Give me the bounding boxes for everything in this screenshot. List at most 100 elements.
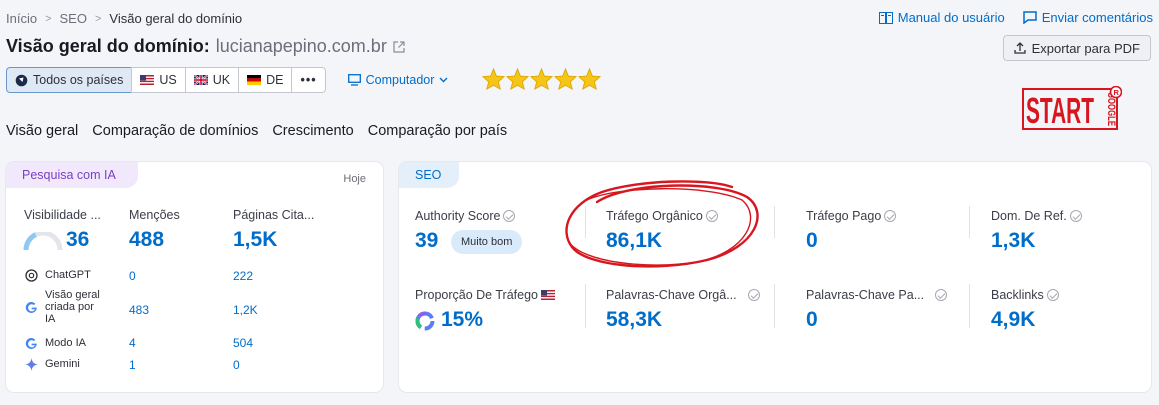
google-icon	[24, 300, 38, 314]
traffic-share-label[interactable]: Proporção De Tráfego	[415, 288, 555, 302]
paid-traffic-text: Tráfego Pago	[806, 209, 882, 223]
source-pages[interactable]: 0	[233, 358, 240, 372]
breadcrumb: Início > SEO > Visão geral do domínio	[6, 11, 242, 26]
source-mentions[interactable]: 483	[129, 303, 149, 317]
breadcrumb-seo[interactable]: SEO	[60, 11, 87, 26]
country-filter-bar: Todos os países US UK DE ••• Computador	[6, 67, 448, 93]
backlinks-text: Backlinks	[991, 288, 1044, 302]
send-feedback-label: Enviar comentários	[1041, 10, 1153, 25]
paid-keywords-value[interactable]: 0	[806, 308, 818, 332]
more-countries-button[interactable]: •••	[291, 67, 326, 93]
top-links: Manual do usuário Enviar comentários	[878, 10, 1153, 25]
paid-keywords-label[interactable]: Palavras-Chave Pa...	[806, 288, 948, 302]
country-us-label: US	[159, 73, 177, 87]
traffic-share-text: Proporção De Tráfego	[415, 288, 538, 302]
visibility-label[interactable]: Visibilidade ...	[24, 208, 101, 222]
more-icon: •••	[300, 73, 317, 87]
source-mentions[interactable]: 1	[129, 358, 136, 372]
user-manual-link[interactable]: Manual do usuário	[878, 10, 1005, 25]
external-link-icon[interactable]	[393, 40, 405, 53]
info-icon[interactable]	[884, 210, 897, 222]
ai-search-card: Pesquisa com IA Hoje Visibilidade ... Me…	[6, 162, 383, 392]
source-row-ai-mode: Modo IA	[24, 336, 86, 350]
tab-overview[interactable]: Visão geral	[6, 123, 78, 145]
cited-pages-label[interactable]: Páginas Cita...	[233, 208, 314, 222]
country-de-label: DE	[266, 73, 284, 87]
svg-text:START: START	[1026, 90, 1094, 130]
comment-icon	[1022, 11, 1037, 24]
star-icon	[506, 68, 529, 90]
visibility-value[interactable]: 36	[66, 228, 89, 252]
source-name: Visão geral criada por IA	[45, 289, 100, 325]
device-label: Computador	[365, 73, 435, 87]
organic-keywords-value[interactable]: 58,3K	[606, 308, 662, 332]
organic-keywords-label[interactable]: Palavras-Chave Orgâ...	[606, 288, 760, 302]
traffic-share-value[interactable]: 15%	[441, 308, 483, 332]
cited-pages-value[interactable]: 1,5K	[233, 228, 277, 252]
authority-score-label[interactable]: Authority Score	[415, 209, 516, 223]
info-icon[interactable]	[935, 289, 948, 301]
source-name: Modo IA	[45, 337, 86, 349]
source-pages[interactable]: 1,2K	[233, 303, 258, 317]
authority-score-text: Authority Score	[415, 209, 501, 223]
section-tabs: Visão geral Comparação de domínios Cresc…	[6, 123, 507, 145]
mentions-value[interactable]: 488	[129, 228, 164, 252]
tab-country-comparison[interactable]: Comparação por país	[368, 123, 507, 145]
seo-card: SEO Authority Score 39 Muito bom Tráfego…	[399, 162, 1151, 392]
page-title: Visão geral do domínio: lucianapepino.co…	[6, 36, 405, 57]
country-de-button[interactable]: DE	[238, 67, 293, 93]
tab-domain-comparison[interactable]: Comparação de domínios	[92, 123, 258, 145]
ref-domains-label[interactable]: Dom. De Ref.	[991, 209, 1082, 223]
divider	[774, 284, 775, 328]
export-pdf-button[interactable]: Exportar para PDF	[1002, 35, 1151, 61]
paid-keywords-text: Palavras-Chave Pa...	[806, 288, 925, 302]
highlight-circle-annotation	[565, 180, 759, 268]
device-select[interactable]: Computador	[347, 73, 449, 87]
authority-score-value[interactable]: 39	[415, 229, 438, 253]
source-pages[interactable]: 222	[233, 269, 253, 283]
ref-domains-value[interactable]: 1,3K	[991, 229, 1035, 253]
uk-flag-icon	[193, 75, 208, 85]
star-icon	[530, 68, 553, 90]
chatgpt-icon	[24, 268, 38, 282]
title-domain[interactable]: lucianapepino.com.br	[216, 36, 387, 57]
chevron-down-icon	[439, 77, 448, 83]
us-flag-icon	[541, 290, 555, 300]
source-mentions[interactable]: 4	[129, 336, 136, 350]
country-uk-button[interactable]: UK	[184, 67, 240, 93]
breadcrumb-home[interactable]: Início	[6, 11, 37, 26]
traffic-share-donut-icon	[415, 311, 435, 331]
ref-domains-text: Dom. De Ref.	[991, 209, 1067, 223]
info-icon[interactable]	[1069, 210, 1082, 222]
info-icon[interactable]	[1046, 289, 1059, 301]
backlinks-value[interactable]: 4,9K	[991, 308, 1035, 332]
organic-keywords-text: Palavras-Chave Orgâ...	[606, 288, 737, 302]
google-icon	[24, 336, 38, 350]
gemini-icon	[24, 357, 38, 371]
country-uk-label: UK	[212, 73, 231, 87]
book-icon	[878, 11, 893, 24]
start-google-logo: START GOOGLE R	[1022, 86, 1122, 130]
backlinks-label[interactable]: Backlinks	[991, 288, 1059, 302]
tab-growth[interactable]: Crescimento	[272, 123, 353, 145]
star-icon	[554, 68, 577, 90]
chevron-right-icon: >	[45, 12, 52, 25]
source-mentions[interactable]: 0	[129, 269, 136, 283]
paid-traffic-value[interactable]: 0	[806, 229, 818, 253]
divider	[585, 284, 586, 328]
mentions-label[interactable]: Menções	[129, 208, 180, 222]
source-pages[interactable]: 504	[233, 336, 253, 350]
info-icon[interactable]	[503, 210, 516, 222]
source-name: Gemini	[45, 358, 80, 370]
source-row-gemini: Gemini	[24, 357, 80, 371]
paid-traffic-label[interactable]: Tráfego Pago	[806, 209, 897, 223]
send-feedback-link[interactable]: Enviar comentários	[1022, 10, 1153, 25]
info-icon[interactable]	[747, 289, 760, 301]
source-name: ChatGPT	[45, 269, 91, 281]
country-us-button[interactable]: US	[131, 67, 186, 93]
user-manual-label: Manual do usuário	[897, 10, 1005, 25]
ai-search-pill: Pesquisa com IA	[6, 162, 138, 188]
date-label: Hoje	[343, 173, 366, 185]
breadcrumb-current: Visão geral do domínio	[109, 11, 243, 26]
all-countries-button[interactable]: Todos os países	[6, 67, 133, 93]
